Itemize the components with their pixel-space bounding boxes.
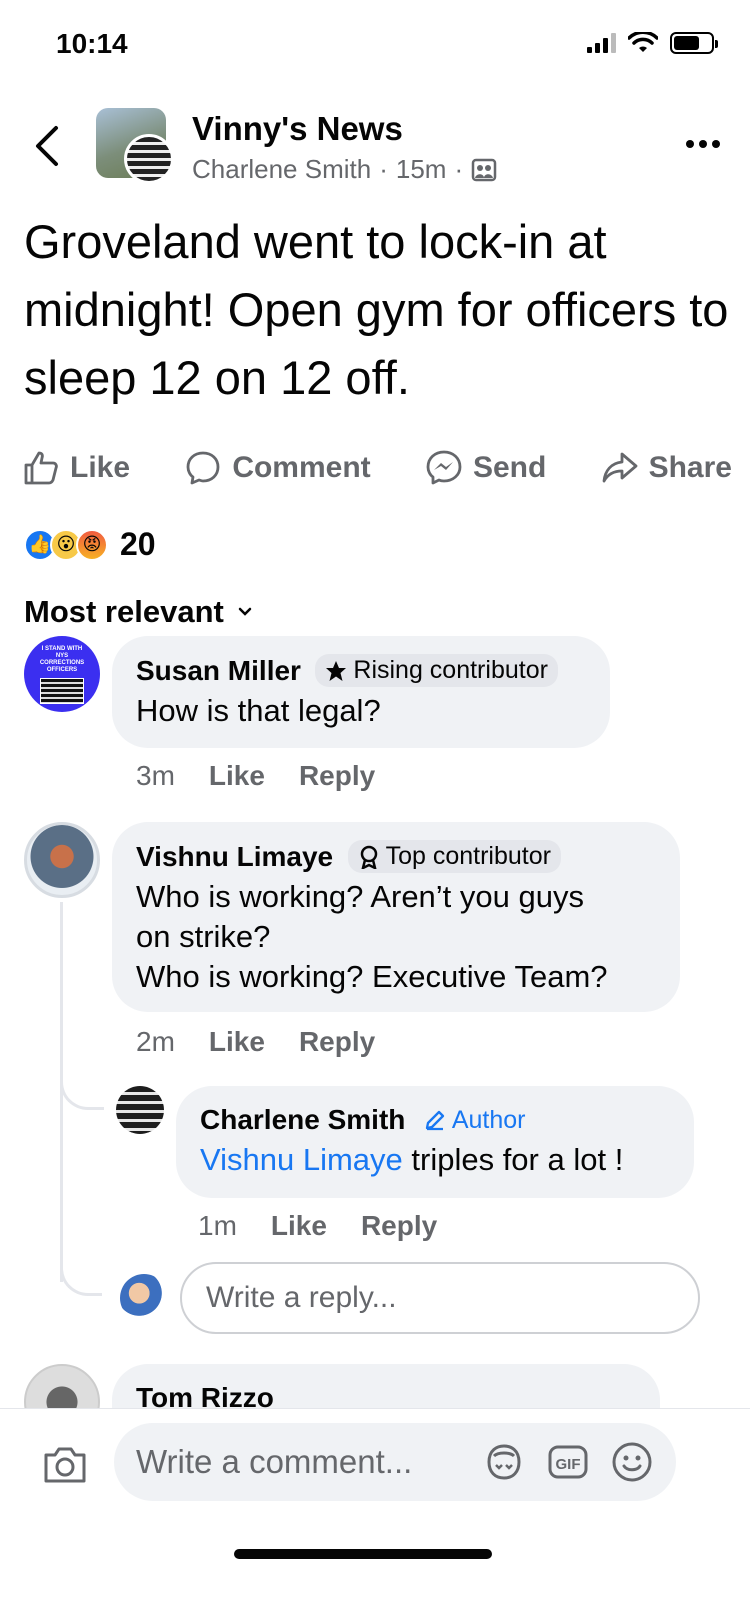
meta-separator: · [379,154,388,184]
reply-reply-button[interactable]: Reply [361,1210,437,1242]
reply-input[interactable]: Write a reply... [180,1262,700,1334]
current-user-avatar [120,1274,168,1322]
post-time[interactable]: 15m [396,154,447,185]
share-label: Share [648,451,732,484]
comment-text: Who is working? Aren’t you guys on strik… [136,877,656,997]
author-avatar[interactable] [124,134,174,184]
comment-label: Comment [232,451,371,484]
star-icon [326,660,347,681]
comment-actions: 3m Like Reply [136,760,375,792]
avatar-sticker-icon[interactable] [482,1440,526,1484]
reply-actions: 1m Like Reply [198,1210,437,1242]
group-name[interactable]: Vinny's News [192,110,403,148]
battery-icon [670,32,718,54]
post-action-bar: Like Comment Send Share [22,440,732,496]
thumbs-up-icon [24,451,58,485]
comment-bubble[interactable]: Vishnu Limaye Top contributor Who is wor… [112,822,680,1012]
emoji-icon[interactable] [610,1440,654,1484]
reply-avatar[interactable] [116,1086,164,1134]
reaction-summary[interactable]: 👍 😮 😡 20 [24,526,156,563]
more-options-icon[interactable] [686,140,720,148]
gif-icon[interactable]: GIF [546,1440,590,1484]
comment-actions: 2m Like Reply [136,1026,375,1058]
reply-author-name[interactable]: Charlene Smith [200,1104,405,1136]
reply-placeholder: Write a reply... [206,1281,397,1314]
send-button[interactable]: Send [425,449,546,487]
post-meta: Charlene Smith · 15m · [192,154,497,185]
post-header: Vinny's News Charlene Smith · 15m · [0,100,750,190]
badge-label: Rising contributor [353,656,548,684]
mention-link[interactable]: Vishnu Limaye [200,1142,403,1177]
share-arrow-icon [602,452,637,483]
post-text: Groveland went to lock-in at midnight! O… [24,215,729,404]
status-bar: 10:14 [0,0,750,90]
post-author[interactable]: Charlene Smith [192,154,371,185]
angry-reaction-icon: 😡 [76,528,108,561]
thread-connector [60,1240,102,1296]
chevron-down-icon [238,607,252,616]
like-label: Like [70,451,131,484]
pencil-icon [425,1110,444,1131]
comment-text-line: Who is working? Aren’t you guys [136,879,584,914]
comment-like-button[interactable]: Like [209,760,265,792]
home-indicator [234,1549,492,1559]
comment-button[interactable]: Comment [184,449,371,487]
sort-label: Most relevant [24,594,224,629]
reply-like-button[interactable]: Like [271,1210,327,1242]
contributor-badge: Rising contributor [315,654,558,687]
award-icon [360,845,377,869]
gif-label: GIF [556,1456,581,1473]
share-button[interactable]: Share [601,449,732,487]
comment-like-button[interactable]: Like [209,1026,265,1058]
group-audience-icon [471,158,497,181]
comment-text-line: Who is working? Executive Team? [136,959,608,994]
comment-text: How is that legal? [136,693,381,728]
signal-icon [587,33,616,53]
meta-separator: · [454,154,464,184]
camera-icon[interactable] [42,1441,88,1487]
thread-connector [60,1052,104,1110]
reaction-count: 20 [120,526,156,562]
status-icons [587,32,718,54]
messenger-icon [426,450,462,485]
reply-time: 1m [198,1210,237,1241]
like-button[interactable]: Like [22,449,130,487]
badge-label: Author [451,1105,526,1134]
contributor-badge: Top contributor [347,840,561,873]
send-label: Send [472,451,547,484]
group-avatar[interactable] [96,108,174,184]
comment-time: 2m [136,1026,175,1057]
author-badge: Author [424,1106,526,1135]
comment-bubble[interactable]: Susan Miller Rising contributor How is t… [112,636,610,748]
reply-bubble[interactable]: Charlene Smith Author Vishnu Limaye trip… [176,1086,694,1198]
back-chevron-icon[interactable] [30,124,66,168]
reply-text: Vishnu Limaye triples for a lot ! [200,1140,670,1180]
comment-reply-button[interactable]: Reply [299,760,375,792]
comment-reply-button[interactable]: Reply [299,1026,375,1058]
status-time: 10:14 [56,28,128,59]
commenter-name[interactable]: Susan Miller [136,655,301,687]
comment-bubble-icon [186,451,220,485]
comment-sort-dropdown[interactable]: Most relevant [24,594,252,630]
comment-placeholder: Write a comment... [136,1443,413,1480]
comment-text-line: on strike? [136,919,271,954]
badge-label: Top contributor [385,842,551,870]
commenter-name[interactable]: Vishnu Limaye [136,841,333,873]
commenter-avatar[interactable]: I STAND WITH NYS CORRECTIONS OFFICERS [24,636,100,712]
reply-body: triples for a lot ! [402,1142,624,1177]
comment-input[interactable]: Write a comment... GIF [114,1423,676,1501]
comment-time: 3m [136,760,175,791]
comment-composer: Write a comment... GIF [0,1408,750,1624]
wifi-icon [628,32,658,52]
commenter-avatar[interactable] [24,822,100,898]
